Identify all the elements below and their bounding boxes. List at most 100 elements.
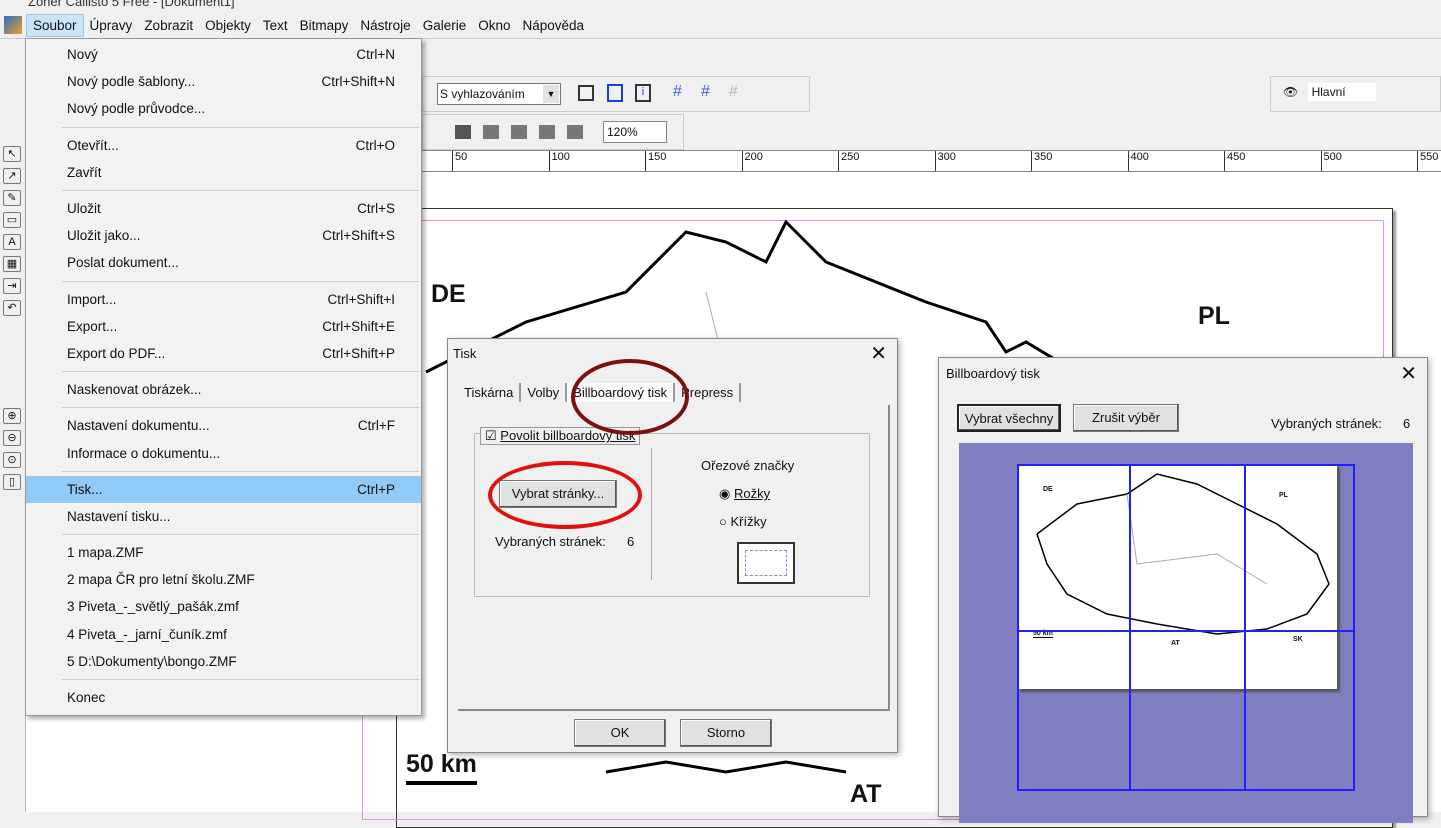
selected-pages-value: 6 bbox=[1403, 416, 1411, 431]
deselect-button[interactable]: Zrušit výběr bbox=[1073, 404, 1179, 432]
ok-button[interactable]: OK bbox=[574, 719, 666, 747]
menu-item-label: Tisk... bbox=[67, 481, 103, 497]
file-menu: Nový Ctrl+N Nový podle šablony... Ctrl+Shif… bbox=[25, 38, 422, 716]
ruler-tick-label: 150 bbox=[645, 151, 666, 171]
monitor-icon[interactable] bbox=[578, 85, 594, 101]
render-mode-value: S vyhlazováním bbox=[440, 87, 525, 101]
tab-tiskarna[interactable]: Tiskárna bbox=[458, 383, 522, 402]
menu-zobrazit[interactable]: Zobrazit bbox=[138, 15, 199, 36]
file-menu-item[interactable]: Informace o dokumentu... bbox=[26, 439, 421, 466]
menu-nastroje[interactable]: Nástroje bbox=[354, 15, 416, 36]
menu-item-shortcut: Ctrl+S bbox=[357, 201, 395, 217]
file-menu-item[interactable]: Uložit Ctrl+S bbox=[26, 195, 421, 222]
file-menu-item[interactable]: Poslat dokument... bbox=[26, 249, 421, 276]
menu-item-shortcut: Ctrl+Shift+I bbox=[327, 291, 395, 307]
menu-bitmapy[interactable]: Bitmapy bbox=[294, 15, 355, 36]
snap-grid-icon[interactable]: # bbox=[701, 83, 721, 103]
file-menu-item[interactable]: Uložit jako... Ctrl+Shift+S bbox=[26, 222, 421, 249]
zoom-in-icon[interactable]: ⊕ bbox=[3, 408, 21, 424]
file-menu-item[interactable]: Otevřít... Ctrl+O bbox=[26, 132, 421, 159]
label-pl: PL bbox=[1198, 302, 1230, 330]
menu-item-label: Uložit jako... bbox=[67, 228, 141, 244]
page-info-icon[interactable]: i bbox=[635, 84, 651, 102]
select-all-button[interactable]: Vybrat všechny bbox=[957, 404, 1061, 432]
menu-item-label: Nastavení dokumentu... bbox=[67, 418, 210, 434]
menu-separator bbox=[62, 280, 419, 282]
chevron-down-icon[interactable]: ▼ bbox=[543, 85, 559, 103]
undo-icon[interactable]: ↶ bbox=[3, 300, 21, 316]
file-menu-item[interactable]: Export do PDF... Ctrl+Shift+P bbox=[26, 340, 421, 367]
highlight-ellipse-button bbox=[488, 461, 642, 529]
layer-select[interactable]: Hlavní bbox=[1307, 83, 1376, 101]
cancel-button[interactable]: Storno bbox=[680, 719, 772, 747]
radio-krizky[interactable]: ○ Křížky bbox=[719, 514, 767, 529]
file-menu-item[interactable]: 2 mapa ČR pro letní školu.ZMF bbox=[26, 566, 421, 593]
pointer-tool-icon[interactable]: ↖ bbox=[3, 146, 21, 162]
horizontal-ruler[interactable]: 50 100 150 200 250 300 350 400 450 500 550 bbox=[420, 150, 1441, 172]
pen-tool-icon[interactable]: ✎ bbox=[3, 190, 21, 206]
view-toolbar: S vyhlazováním ▼ i # # # bbox=[422, 76, 810, 112]
zoom-stepper[interactable]: 120% bbox=[603, 121, 667, 143]
page-icon[interactable]: ▯ bbox=[3, 474, 21, 490]
file-menu-item[interactable]: Zavřít bbox=[26, 159, 421, 186]
menu-objekty[interactable]: Objekty bbox=[199, 15, 257, 36]
file-menu-item[interactable]: 3 Piveta_-_světlý_pašák.zmf bbox=[26, 593, 421, 620]
menu-item-label: Informace o dokumentu... bbox=[67, 445, 221, 461]
radio-rozky[interactable]: ◉ Rožky bbox=[719, 486, 770, 502]
guides-icon[interactable]: # bbox=[729, 83, 749, 103]
file-menu-item[interactable]: Nový podle průvodce... bbox=[26, 95, 421, 122]
rectangle-tool-icon[interactable]: ▭ bbox=[3, 212, 21, 228]
file-menu-item[interactable]: Nový podle šablony... Ctrl+Shift+N bbox=[26, 68, 421, 95]
file-menu-item[interactable]: Export... Ctrl+Shift+E bbox=[26, 313, 421, 340]
align-right-icon[interactable] bbox=[511, 125, 527, 139]
align-left-icon[interactable] bbox=[455, 125, 471, 139]
app-icon bbox=[4, 16, 22, 34]
highlight-ellipse-tab bbox=[571, 359, 689, 435]
close-icon[interactable]: ✕ bbox=[1400, 364, 1417, 384]
node-tool-icon[interactable]: ↗ bbox=[3, 168, 21, 184]
file-menu-item[interactable]: 5 D:\Dokumenty\bongo.ZMF bbox=[26, 648, 421, 675]
file-menu-item[interactable]: 4 Piveta_-_jarní_čuník.zmf bbox=[26, 621, 421, 648]
crop-marks-title: Ořezové značky bbox=[701, 458, 795, 473]
file-menu-item[interactable]: Nový Ctrl+N bbox=[26, 41, 421, 68]
file-menu-item[interactable]: Naskenovat obrázek... bbox=[26, 376, 421, 403]
grid-icon[interactable]: # bbox=[673, 83, 693, 103]
text-tool-icon[interactable]: A bbox=[3, 234, 21, 250]
left-toolbox: ↖ ↗ ✎ ▭ A ▦ ⇥ ↶ ⊕ ⊖ ⊙ ▯ bbox=[0, 40, 26, 812]
align-center-icon[interactable] bbox=[483, 125, 499, 139]
zoom-icon[interactable]: ⊙ bbox=[3, 452, 21, 468]
zoom-out-icon[interactable]: ⊖ bbox=[3, 430, 21, 446]
justify-full-icon[interactable] bbox=[567, 125, 583, 139]
ruler-tick-label: 100 bbox=[548, 151, 570, 171]
tile-line bbox=[1019, 630, 1353, 632]
render-mode-select[interactable]: S vyhlazováním ▼ bbox=[437, 83, 561, 105]
menu-item-label: Poslat dokument... bbox=[67, 255, 179, 271]
file-menu-item[interactable]: Nastavení tisku... bbox=[26, 503, 421, 530]
tile-line bbox=[1244, 466, 1246, 789]
fit-page-icon[interactable] bbox=[607, 84, 623, 102]
menu-text[interactable]: Text bbox=[257, 15, 294, 36]
justify-icon[interactable] bbox=[539, 125, 555, 139]
billboard-preview[interactable]: DE PL AT SK 50 km bbox=[959, 443, 1413, 823]
radio-label: Křížky bbox=[730, 514, 767, 529]
menu-soubor[interactable]: Soubor bbox=[26, 13, 84, 37]
eye-icon[interactable]: 👁 bbox=[1283, 85, 1298, 99]
dialog-title: Billboardový tisk bbox=[946, 366, 1040, 381]
file-menu-item[interactable]: Tisk... Ctrl+P bbox=[26, 475, 421, 503]
menu-item-shortcut: Ctrl+O bbox=[355, 137, 395, 153]
file-menu-item[interactable]: 1 mapa.ZMF bbox=[26, 539, 421, 566]
divider bbox=[651, 448, 652, 580]
file-menu-item[interactable]: Import... Ctrl+Shift+I bbox=[26, 286, 421, 313]
menu-item-shortcut: Ctrl+F bbox=[357, 418, 395, 434]
menu-upravy[interactable]: Úpravy bbox=[84, 15, 139, 36]
file-menu-item[interactable]: Nastavení dokumentu... Ctrl+F bbox=[26, 412, 421, 439]
menu-galerie[interactable]: Galerie bbox=[417, 15, 473, 36]
table-tool-icon[interactable]: ▦ bbox=[3, 256, 21, 272]
ruler-tick-label: 300 bbox=[934, 151, 956, 171]
file-menu-item[interactable]: Konec bbox=[26, 684, 421, 711]
tab-volby[interactable]: Volby bbox=[521, 383, 568, 402]
menu-okno[interactable]: Okno bbox=[472, 15, 516, 36]
close-icon[interactable]: ✕ bbox=[870, 344, 887, 364]
import-tool-icon[interactable]: ⇥ bbox=[3, 278, 21, 294]
menu-napoveda[interactable]: Nápověda bbox=[517, 15, 591, 36]
